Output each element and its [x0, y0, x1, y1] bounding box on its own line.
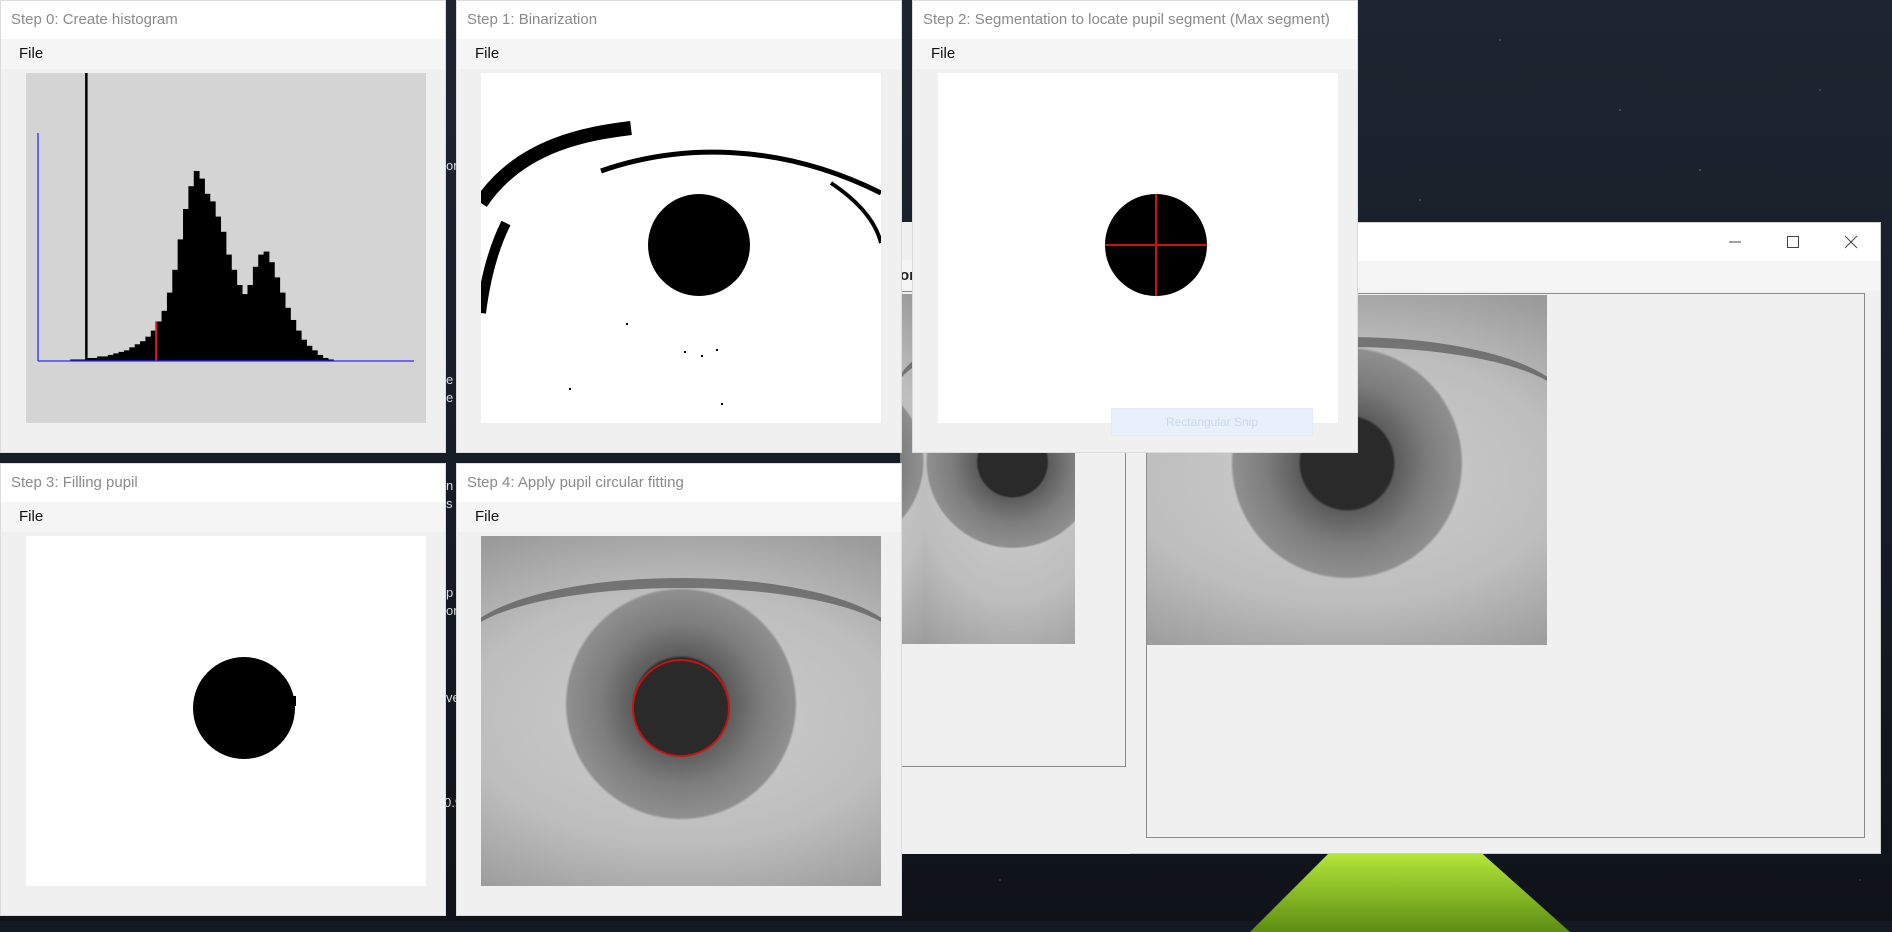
fitted-eye-image	[481, 536, 881, 886]
histogram-bar	[311, 350, 318, 361]
histogram-bar	[231, 269, 238, 361]
pupil-segment-drawing	[1105, 194, 1207, 296]
histogram-bar	[301, 339, 307, 361]
rectangular-snip-button[interactable]: Rectangular Snip	[1111, 408, 1313, 436]
histogram-bar	[188, 186, 195, 361]
histogram-bar	[274, 277, 281, 361]
histogram-bar	[177, 239, 184, 361]
desktop-text-fragment: e	[446, 372, 454, 387]
maximize-icon	[1787, 236, 1799, 248]
window-title: Step 0: Create histogram	[1, 1, 445, 39]
histogram-bar	[236, 285, 243, 361]
histogram-bar	[113, 353, 119, 361]
window-title: Step 2: Segmentation to locate pupil seg…	[913, 1, 1357, 39]
step4-window: Step 4: Apply pupil circular fitting Fil…	[456, 463, 902, 916]
histogram-bar	[263, 251, 270, 361]
histogram-bar	[140, 341, 146, 361]
histogram-bar	[172, 269, 179, 361]
filled-pupil-image	[26, 536, 426, 886]
histogram-bar	[285, 307, 291, 361]
maximize-button[interactable]	[1764, 223, 1822, 261]
histogram-bar	[252, 266, 259, 361]
file-menu[interactable]: File	[475, 45, 499, 62]
desktop-text-fragment: n	[446, 478, 454, 493]
histogram-bar	[215, 216, 222, 361]
histogram-bar	[145, 336, 152, 361]
histogram-bar	[107, 354, 114, 361]
step0-window: Step 0: Create histogram File	[0, 0, 446, 453]
histogram-bar	[247, 285, 254, 361]
window-title: Step 1: Binarization	[457, 1, 901, 39]
histogram-bar	[118, 351, 125, 361]
file-menu[interactable]: File	[931, 45, 955, 62]
histogram-bar	[161, 310, 168, 361]
histogram-bar	[102, 356, 109, 361]
histogram-bar	[279, 292, 286, 361]
binarized-eye-drawing	[481, 121, 881, 405]
histogram-bar	[317, 354, 324, 361]
file-menu[interactable]: File	[19, 45, 43, 62]
histogram-bar	[134, 344, 141, 361]
histogram-bar	[209, 201, 216, 361]
histogram-bar	[226, 254, 232, 361]
filled-pupil-drawing	[193, 657, 296, 759]
histogram-chart	[37, 73, 414, 362]
file-menu[interactable]: File	[475, 508, 499, 525]
close-button[interactable]	[1822, 223, 1880, 261]
histogram-bar	[199, 178, 205, 361]
window-title: Step 4: Apply pupil circular fitting	[457, 464, 901, 502]
close-icon	[1844, 235, 1858, 249]
fit-circle-overlay	[632, 659, 730, 757]
histogram-bar	[295, 330, 302, 361]
minimize-button[interactable]	[1706, 223, 1764, 261]
step2-window: Step 2: Segmentation to locate pupil seg…	[912, 0, 1358, 453]
binarized-image	[481, 73, 881, 423]
histogram-bar	[306, 345, 313, 361]
histogram-bar	[123, 350, 130, 361]
desktop-text-fragment: s	[446, 496, 453, 511]
desktop-text-fragment: p	[446, 585, 454, 600]
file-menu[interactable]: File	[19, 508, 43, 525]
histogram-bar	[204, 193, 211, 361]
histogram-bar	[268, 262, 275, 361]
histogram-bar	[258, 254, 264, 361]
minimize-icon	[1729, 241, 1741, 243]
histogram-bar	[193, 171, 200, 361]
histogram-bar	[183, 209, 189, 361]
window-title: Step 3: Filling pupil	[1, 464, 445, 502]
step1-window: Step 1: Binarization File	[456, 0, 902, 453]
histogram-bar	[166, 292, 173, 361]
histogram-bar	[97, 356, 103, 361]
segmentation-image	[938, 73, 1338, 423]
histogram-bar	[220, 231, 227, 361]
desktop-text-fragment: e	[446, 390, 454, 405]
histogram-canvas	[26, 73, 426, 423]
histogram-bar	[290, 319, 297, 361]
histogram-bar	[129, 347, 136, 361]
histogram-bar	[242, 294, 248, 361]
step3-window: Step 3: Filling pupil File	[0, 463, 446, 916]
